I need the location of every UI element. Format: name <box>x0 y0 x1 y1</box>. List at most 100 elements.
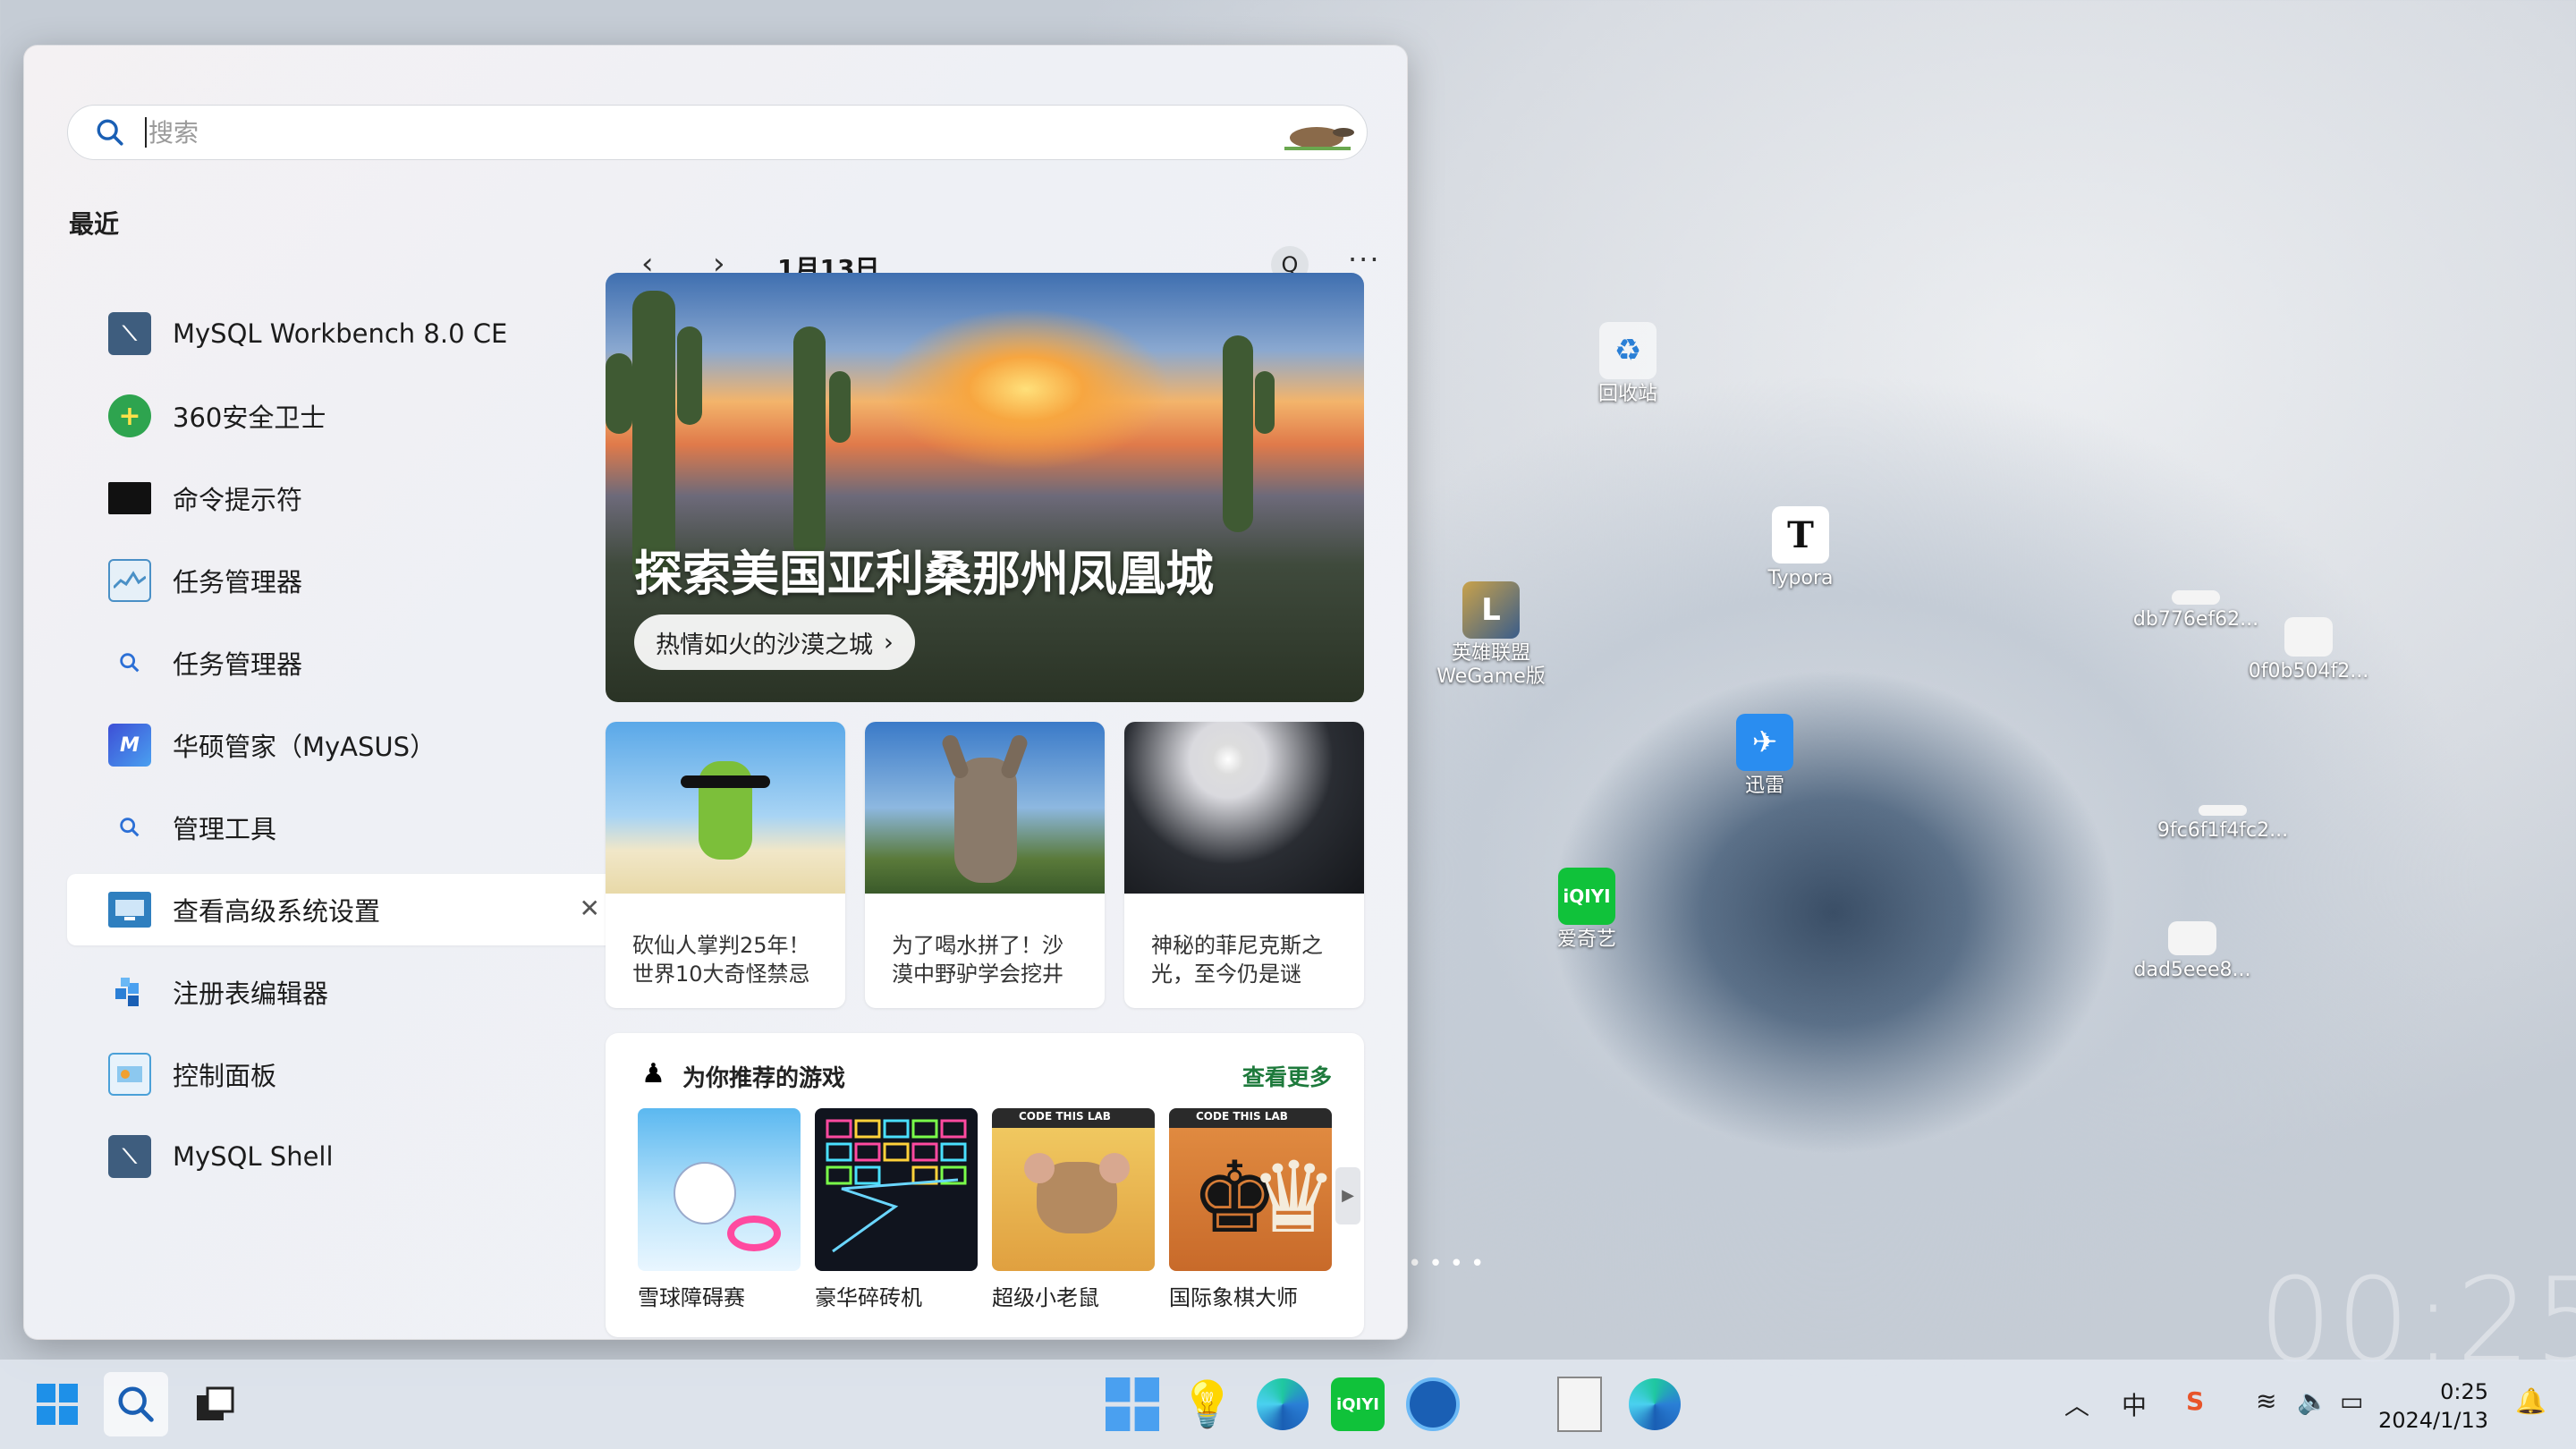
notification-bell-icon[interactable]: 🔔 <box>2515 1386 2546 1416</box>
league-of-legends-icon: L <box>1462 581 1520 639</box>
desktop-icon-file-4[interactable]: dad5eee8... <box>2125 921 2259 982</box>
chevron-right-icon: › <box>884 628 894 657</box>
xunlei-icon: ✈ <box>1736 714 1793 771</box>
tray-date: 2024/1/13 <box>2377 1408 2488 1433</box>
cactus-illustration <box>1223 335 1253 532</box>
iqiyi-icon: iQIYI <box>1331 1377 1385 1431</box>
taskbar-app-edge-2[interactable] <box>1623 1372 1687 1436</box>
tray-clock[interactable]: 0:25 2024/1/13 <box>2378 1377 2488 1435</box>
close-icon[interactable]: ✕ <box>580 895 600 922</box>
start-button[interactable] <box>25 1372 89 1436</box>
taskbar-app-iqiyi[interactable]: iQIYI <box>1326 1372 1390 1436</box>
recent-item-task-manager-search[interactable]: 任务管理器 <box>67 627 614 699</box>
recent-item-task-manager[interactable]: 任务管理器 <box>67 545 614 616</box>
recent-item-mysql-shell[interactable]: ⟍ MySQL Shell <box>67 1121 614 1192</box>
taskbar-app-notepad[interactable] <box>1547 1372 1612 1436</box>
command-prompt-icon <box>108 482 151 514</box>
search-box[interactable] <box>67 105 1368 160</box>
desktop-icon-label: Typora <box>1767 567 1834 589</box>
recent-item-360[interactable]: + 360安全卫士 <box>67 380 614 452</box>
recent-item-label: 查看高级系统设置 <box>173 896 381 927</box>
news-card-text: 为了喝水拼了！沙漠中野驴学会挖井 <box>892 933 1063 987</box>
recent-item-mysql-workbench[interactable]: ⟍ MySQL Workbench 8.0 CE <box>67 298 614 369</box>
recent-item-label: 360安全卫士 <box>173 402 326 433</box>
desktop-icon-file-3[interactable]: 9fc6f1f4fc2... <box>2156 805 2290 843</box>
search-result-icon <box>108 806 151 849</box>
recent-item-label: 控制面板 <box>173 1061 277 1091</box>
desktop-icon-recycle-bin[interactable]: ♻ 回收站 <box>1561 322 1695 406</box>
news-card[interactable]: 神秘的菲尼克斯之光，至今仍是谜 <box>1124 722 1364 1008</box>
game-badge: CODE THIS LAB <box>1019 1110 1111 1123</box>
360-security-icon: + <box>108 394 151 437</box>
games-section: ♟ 为你推荐的游戏 查看更多 雪球障碍赛 豪华碎砖机 CODE THIS LAB… <box>606 1033 1364 1337</box>
chevron-right-icon[interactable]: ▶ <box>1335 1167 1360 1224</box>
desktop-icon-label: dad5eee8... <box>2133 959 2251 981</box>
recycle-bin-icon: ♻ <box>1599 322 1657 379</box>
game-item[interactable]: CODE THIS LAB ♚ ♛ 国际象棋大师 <box>1169 1108 1332 1311</box>
taskbar-app-windows-store[interactable] <box>1100 1372 1165 1436</box>
game-item[interactable]: CODE THIS LAB 超级小老鼠 <box>992 1108 1155 1311</box>
taskbar-search-button[interactable] <box>104 1372 168 1436</box>
taskbar-app-tips[interactable]: 💡 <box>1175 1372 1240 1436</box>
search-icon <box>118 1386 154 1422</box>
news-card[interactable]: 为了喝水拼了！沙漠中野驴学会挖井 <box>865 722 1105 1008</box>
recent-item-label: MySQL Shell <box>173 1141 334 1172</box>
hero-title: 探索美国亚利桑那州凤凰城 <box>634 546 1214 602</box>
wifi-icon[interactable]: ≋ <box>2256 1386 2276 1416</box>
recent-item-advanced-system-settings[interactable]: 查看高级系统设置 ✕ <box>67 874 614 945</box>
recent-item-label: 华硕管家（MyASUS） <box>173 732 436 762</box>
news-hero-card[interactable]: 探索美国亚利桑那州凤凰城 热情如火的沙漠之城 › <box>606 273 1364 702</box>
game-item[interactable]: 雪球障碍赛 <box>638 1108 801 1311</box>
recent-item-regedit[interactable]: 注册表编辑器 <box>67 956 614 1028</box>
file-icon <box>2168 921 2216 955</box>
desktop-icon-xunlei[interactable]: ✈ 迅雷 <box>1698 714 1832 798</box>
recent-item-label: 注册表编辑器 <box>173 979 329 1009</box>
volume-icon[interactable]: 🔈 <box>2297 1386 2328 1416</box>
desktop-icon-label: 9fc6f1f4fc2... <box>2157 819 2289 842</box>
recent-item-admin-tools[interactable]: 管理工具 <box>67 792 614 863</box>
desktop-icon-file-2[interactable]: 0f0b504f2... <box>2241 617 2376 683</box>
search-input[interactable] <box>145 117 1218 148</box>
game-name: 国际象棋大师 <box>1169 1285 1298 1310</box>
games-see-more-link[interactable]: 查看更多 <box>1242 1060 1332 1092</box>
desktop-icon-label: 爱奇艺 <box>1556 928 1616 951</box>
taskbar-app-edge[interactable] <box>1250 1372 1315 1436</box>
taskbar-app-screenshot[interactable] <box>1401 1372 1465 1436</box>
desktop-icon-label: 英雄联盟 WeGame版 <box>1436 642 1546 688</box>
game-item[interactable]: 豪华碎砖机 <box>815 1108 978 1311</box>
ime-indicator[interactable]: 中 <box>2122 1386 2147 1422</box>
more-options-icon[interactable]: ··· <box>1348 242 1381 276</box>
game-badge: CODE THIS LAB <box>1196 1110 1288 1123</box>
news-card-text: 神秘的菲尼克斯之光，至今仍是谜 <box>1151 933 1323 987</box>
lightbulb-icon: 💡 <box>1179 1377 1236 1430</box>
game-name: 超级小老鼠 <box>992 1285 1099 1310</box>
hero-link-button[interactable]: 热情如火的沙漠之城 › <box>634 614 915 670</box>
desktop-icon-label: 0f0b504f2... <box>2248 660 2369 682</box>
recent-item-control-panel[interactable]: 控制面板 <box>67 1038 614 1110</box>
desktop-icon-league[interactable]: L 英雄联盟 WeGame版 <box>1424 581 1558 689</box>
notepad-icon <box>1557 1377 1602 1432</box>
mysql-workbench-icon: ⟍ <box>108 312 151 355</box>
task-view-button[interactable] <box>182 1372 247 1436</box>
tray-time: 0:25 <box>2440 1379 2488 1404</box>
recent-item-cmd[interactable]: 命令提示符 <box>67 462 614 534</box>
search-result-icon <box>108 641 151 684</box>
sogou-ime-icon[interactable]: S <box>2186 1386 2204 1416</box>
mysql-shell-icon: ⟍ <box>108 1135 151 1178</box>
task-view-icon <box>197 1386 234 1420</box>
recent-title: 最近 <box>69 209 120 239</box>
myasus-icon: M <box>108 724 151 767</box>
news-card[interactable]: 砍仙人掌判25年！世界10大奇怪禁忌 <box>606 722 845 1008</box>
cactus-illustration <box>793 326 826 559</box>
recent-item-myasus[interactable]: M 华硕管家（MyASUS） <box>67 709 614 781</box>
desktop-icon-iqiyi[interactable]: iQIYI 爱奇艺 <box>1520 868 1654 952</box>
recent-item-label: 任务管理器 <box>173 567 303 597</box>
cactus-illustration <box>829 371 851 443</box>
desktop-icon-typora[interactable]: T Typora <box>1733 506 1868 590</box>
chevron-up-icon[interactable]: ︿ <box>2064 1386 2089 1422</box>
recent-item-label: 管理工具 <box>173 814 277 844</box>
search-icon <box>97 119 123 146</box>
battery-icon[interactable]: ▭ <box>2340 1386 2363 1416</box>
recent-item-label: 命令提示符 <box>173 485 303 515</box>
edge-icon <box>1629 1378 1681 1430</box>
